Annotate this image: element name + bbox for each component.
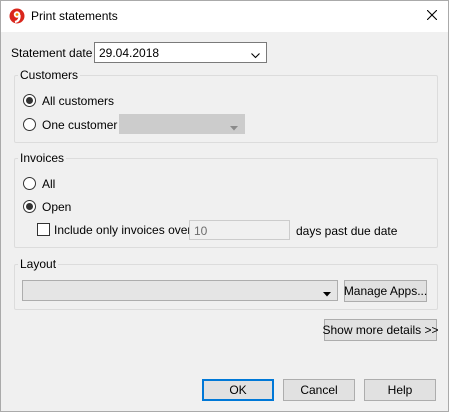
chevron-down-icon xyxy=(323,286,331,300)
show-more-details-button[interactable]: Show more details >> xyxy=(322,319,439,341)
include-only-checkbox[interactable] xyxy=(37,223,50,236)
layout-select[interactable] xyxy=(22,280,338,301)
invoices-group-title: Invoices xyxy=(18,151,67,165)
layout-group-title: Layout xyxy=(18,257,59,271)
title-bar: Print statements xyxy=(1,1,448,32)
chevron-down-icon xyxy=(230,120,238,134)
ok-button[interactable]: OK xyxy=(202,379,274,401)
open-invoices-radio[interactable] xyxy=(23,200,36,213)
days-input-value: 10 xyxy=(194,224,208,238)
statement-date-combo[interactable]: 29.04.2018 xyxy=(94,42,267,63)
help-button[interactable]: Help xyxy=(364,379,436,401)
all-customers-radio[interactable] xyxy=(23,94,36,107)
days-input[interactable]: 10 xyxy=(189,220,290,240)
banana-app-icon xyxy=(9,8,25,24)
one-customer-label: One customer xyxy=(42,118,118,132)
customers-group-title: Customers xyxy=(18,68,81,82)
days-suffix-label: days past due date xyxy=(296,224,398,238)
manage-apps-button[interactable]: Manage Apps... xyxy=(344,280,427,302)
close-icon xyxy=(426,9,438,23)
include-only-label: Include only invoices over xyxy=(54,223,192,237)
all-invoices-label: All xyxy=(42,177,56,191)
all-customers-label: All customers xyxy=(42,94,115,108)
cancel-button[interactable]: Cancel xyxy=(283,379,355,401)
one-customer-radio[interactable] xyxy=(23,118,36,131)
chevron-down-icon xyxy=(251,48,260,62)
statement-date-value: 29.04.2018 xyxy=(99,46,160,60)
customer-select[interactable] xyxy=(119,114,245,134)
window-title: Print statements xyxy=(31,9,118,23)
statement-date-label: Statement date xyxy=(11,46,93,60)
all-invoices-radio[interactable] xyxy=(23,177,36,190)
open-invoices-label: Open xyxy=(42,200,72,214)
print-statements-dialog: Print statements Statement date 29.04.20… xyxy=(0,0,449,412)
close-button[interactable] xyxy=(419,5,445,27)
